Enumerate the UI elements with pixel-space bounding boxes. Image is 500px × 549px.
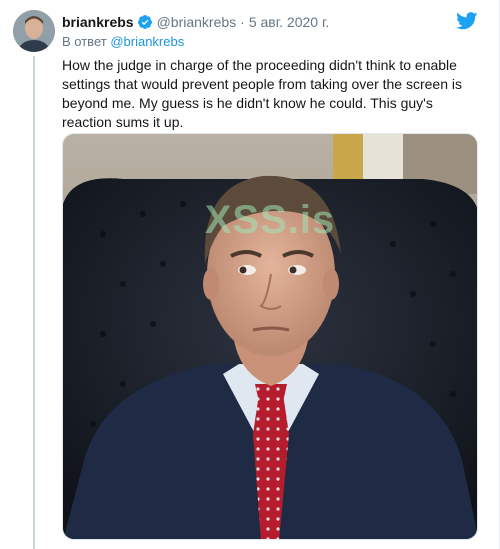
reply-handle-link[interactable]: @briankrebs — [110, 34, 184, 49]
tweet: briankrebs @briankrebs · 5 авг. 2020 г. В о… — [0, 0, 500, 549]
author-name[interactable]: briankrebs — [62, 14, 134, 30]
tweet-media[interactable]: XSS.is — [62, 133, 478, 540]
media-image — [63, 134, 477, 539]
tweet-header: briankrebs @briankrebs · 5 авг. 2020 г. — [62, 13, 329, 34]
reply-context: В ответ @briankrebs — [62, 34, 184, 49]
media-watermark: XSS.is — [204, 198, 336, 242]
avatar[interactable] — [13, 10, 55, 52]
author-handle[interactable]: @briankrebs — [157, 14, 237, 30]
separator-dot: · — [240, 14, 245, 30]
tweet-date[interactable]: 5 авг. 2020 г. — [249, 14, 329, 30]
thread-line — [33, 56, 35, 549]
twitter-bird-icon[interactable] — [456, 12, 478, 35]
avatar-image — [13, 10, 55, 52]
tweet-text: How the judge in charge of the proceedin… — [62, 57, 462, 130]
reply-prefix: В ответ — [62, 34, 107, 49]
verified-badge-icon — [137, 14, 153, 34]
